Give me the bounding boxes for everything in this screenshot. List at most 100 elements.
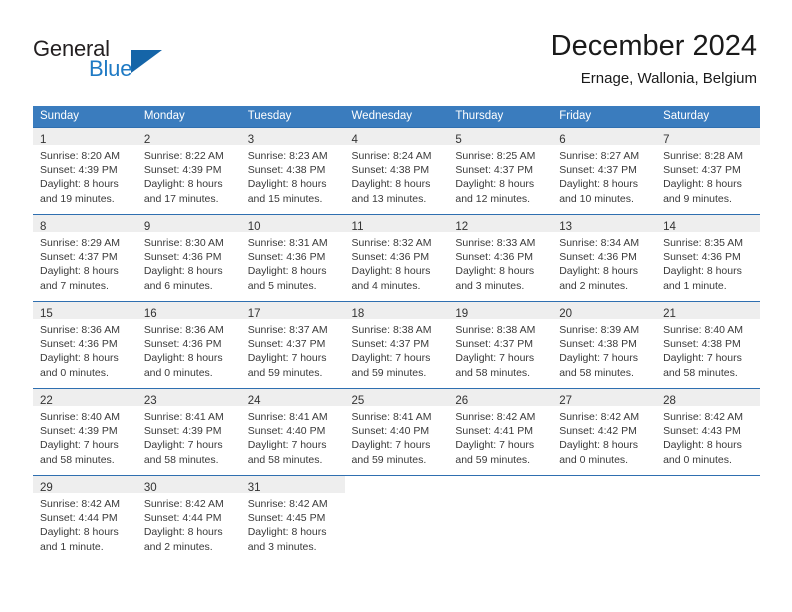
day-cell[interactable]: 8 Sunrise: 8:29 AM Sunset: 4:37 PM Daylight… xyxy=(33,214,137,302)
day-cell[interactable]: 29 Sunrise: 8:42 AM Sunset: 4:44 PM Dayligh… xyxy=(33,475,137,564)
sunrise-text: Sunrise: 8:36 AM xyxy=(143,324,224,336)
day-cell[interactable]: 9 Sunrise: 8:30 AM Sunset: 4:36 PM Daylight… xyxy=(136,214,241,302)
general-blue-logo[interactable]: General Blue xyxy=(33,36,253,92)
day-cell[interactable]: 10 Sunrise: 8:31 AM Sunset: 4:36 PM Dayligh… xyxy=(240,214,345,302)
day-cell[interactable]: 26 Sunrise: 8:42 AM Sunset: 4:41 PM Dayligh… xyxy=(448,388,553,476)
day-number: 22 xyxy=(40,395,53,407)
day-cell[interactable]: 28 Sunrise: 8:42 AM Sunset: 4:43 PM Dayligh… xyxy=(656,388,760,476)
day-cell[interactable]: 7 Sunrise: 8:28 AM Sunset: 4:37 PM Daylight… xyxy=(656,127,760,215)
daylight-text-line1: Daylight: 7 hours xyxy=(143,439,223,452)
sunrise-text: Sunrise: 8:29 AM xyxy=(40,237,120,249)
day-cell[interactable]: 5 Sunrise: 8:25 AM Sunset: 4:37 PM Daylight… xyxy=(448,127,553,215)
daylight-text-line1: Daylight: 7 hours xyxy=(663,352,742,365)
day-number: 28 xyxy=(663,395,676,407)
day-cell[interactable]: 27 Sunrise: 8:42 AM Sunset: 4:42 PM Dayligh… xyxy=(552,388,657,476)
day-number: 31 xyxy=(247,482,261,494)
day-number: 21 xyxy=(663,308,676,320)
day-cell[interactable]: 24 Sunrise: 8:41 AM Sunset: 4:40 PM Dayligh… xyxy=(240,388,345,476)
sunset-text: Sunset: 4:37 PM xyxy=(559,164,637,177)
day-details: Sunrise: 8:36 AM Sunset: 4:36 PM Daylight:… xyxy=(137,319,241,380)
day-details: Sunrise: 8:42 AM Sunset: 4:42 PM Daylight:… xyxy=(552,406,656,467)
day-details: Sunrise: 8:39 AM Sunset: 4:38 PM Daylight:… xyxy=(552,319,656,380)
day-cell[interactable]: 3 Sunrise: 8:23 AM Sunset: 4:38 PM Daylight… xyxy=(240,127,345,215)
day-cell[interactable]: 23 Sunrise: 8:41 AM Sunset: 4:39 PM Dayligh… xyxy=(136,388,241,476)
day-number: 30 xyxy=(143,482,157,494)
sunrise-text: Sunrise: 8:41 AM xyxy=(247,411,328,423)
weekday-header-saturday: Saturday xyxy=(656,106,760,128)
daylight-text-line1: Daylight: 8 hours xyxy=(143,526,223,539)
sunrise-text: Sunrise: 8:41 AM xyxy=(351,411,432,423)
day-details: Sunrise: 8:32 AM Sunset: 4:36 PM Daylight:… xyxy=(345,232,449,293)
sunrise-text: Sunrise: 8:33 AM xyxy=(455,237,536,249)
sunrise-text: Sunrise: 8:20 AM xyxy=(40,150,120,162)
day-number: 15 xyxy=(40,308,53,320)
day-cell[interactable]: 17 Sunrise: 8:37 AM Sunset: 4:37 PM Dayligh… xyxy=(240,301,345,389)
daylight-text-line1: Daylight: 7 hours xyxy=(351,352,431,365)
sunrise-text: Sunrise: 8:39 AM xyxy=(559,324,640,336)
day-cell[interactable]: 13 Sunrise: 8:34 AM Sunset: 4:36 PM Dayligh… xyxy=(552,214,657,302)
daylight-text-line2: and 10 minutes. xyxy=(559,192,634,205)
sunrise-text: Sunrise: 8:40 AM xyxy=(663,324,744,336)
day-cell[interactable]: 1 Sunrise: 8:20 AM Sunset: 4:39 PM Daylight… xyxy=(33,127,137,215)
sunrise-text: Sunrise: 8:34 AM xyxy=(559,237,640,249)
day-details: Sunrise: 8:25 AM Sunset: 4:37 PM Daylight:… xyxy=(448,145,552,206)
daylight-text-line2: and 17 minutes. xyxy=(143,192,219,205)
day-cell[interactable]: 25 Sunrise: 8:41 AM Sunset: 4:40 PM Dayligh… xyxy=(344,388,449,476)
day-number: 14 xyxy=(663,221,676,233)
day-cell-empty xyxy=(656,475,760,564)
day-cell[interactable]: 22 Sunrise: 8:40 AM Sunset: 4:39 PM Dayligh… xyxy=(33,388,137,476)
day-number: 3 xyxy=(247,134,255,146)
day-cell[interactable]: 21 Sunrise: 8:40 AM Sunset: 4:38 PM Dayligh… xyxy=(656,301,760,389)
sunset-text: Sunset: 4:36 PM xyxy=(247,251,326,264)
day-cell[interactable]: 31 Sunrise: 8:42 AM Sunset: 4:45 PM Dayligh… xyxy=(240,475,345,564)
sunset-text: Sunset: 4:41 PM xyxy=(455,425,534,438)
weekday-header-tuesday: Tuesday xyxy=(240,106,345,128)
daylight-text-line1: Daylight: 8 hours xyxy=(559,439,639,452)
sunrise-text: Sunrise: 8:31 AM xyxy=(247,237,328,249)
day-details: Sunrise: 8:42 AM Sunset: 4:41 PM Daylight:… xyxy=(448,406,552,467)
day-cell[interactable]: 14 Sunrise: 8:35 AM Sunset: 4:36 PM Dayligh… xyxy=(656,214,760,302)
day-number: 12 xyxy=(455,221,469,233)
daylight-text-line1: Daylight: 8 hours xyxy=(663,178,742,191)
sunrise-text: Sunrise: 8:25 AM xyxy=(455,150,536,162)
sunset-text: Sunset: 4:38 PM xyxy=(351,164,430,177)
daylight-text-line1: Daylight: 8 hours xyxy=(351,265,431,278)
daylight-text-line2: and 59 minutes. xyxy=(351,366,427,379)
sunset-text: Sunset: 4:38 PM xyxy=(559,338,637,351)
day-cell[interactable]: 30 Sunrise: 8:42 AM Sunset: 4:44 PM Dayligh… xyxy=(136,475,241,564)
sunset-text: Sunset: 4:37 PM xyxy=(351,338,430,351)
day-cell[interactable]: 12 Sunrise: 8:33 AM Sunset: 4:36 PM Dayligh… xyxy=(448,214,553,302)
daylight-text-line2: and 7 minutes. xyxy=(40,279,109,292)
day-details: Sunrise: 8:40 AM Sunset: 4:38 PM Daylight:… xyxy=(656,319,760,380)
day-number: 10 xyxy=(247,221,261,233)
day-cell[interactable]: 11 Sunrise: 8:32 AM Sunset: 4:36 PM Dayligh… xyxy=(344,214,449,302)
day-cell[interactable]: 2 Sunrise: 8:22 AM Sunset: 4:39 PM Daylight… xyxy=(136,127,241,215)
sunset-text: Sunset: 4:38 PM xyxy=(247,164,326,177)
weekday-header-wednesday: Wednesday xyxy=(344,106,449,128)
day-cell[interactable]: 18 Sunrise: 8:38 AM Sunset: 4:37 PM Dayligh… xyxy=(344,301,449,389)
title-block: December 2024 Ernage, Wallonia, Belgium xyxy=(551,30,757,87)
sunset-text: Sunset: 4:42 PM xyxy=(559,425,637,438)
day-cell[interactable]: 16 Sunrise: 8:36 AM Sunset: 4:36 PM Dayligh… xyxy=(136,301,241,389)
sunrise-text: Sunrise: 8:36 AM xyxy=(40,324,120,336)
daylight-text-line2: and 5 minutes. xyxy=(247,279,317,292)
daylight-text-line1: Daylight: 8 hours xyxy=(143,352,223,365)
day-details: Sunrise: 8:41 AM Sunset: 4:39 PM Daylight:… xyxy=(137,406,241,467)
sunset-text: Sunset: 4:40 PM xyxy=(247,425,326,438)
day-number: 1 xyxy=(40,134,47,146)
sunset-text: Sunset: 4:37 PM xyxy=(663,164,741,177)
day-cell[interactable]: 19 Sunrise: 8:38 AM Sunset: 4:37 PM Dayligh… xyxy=(448,301,553,389)
sunset-text: Sunset: 4:36 PM xyxy=(40,338,118,351)
daylight-text-line1: Daylight: 7 hours xyxy=(455,439,535,452)
sunset-text: Sunset: 4:39 PM xyxy=(143,164,222,177)
daylight-text-line1: Daylight: 8 hours xyxy=(351,178,431,191)
day-cell[interactable]: 15 Sunrise: 8:36 AM Sunset: 4:36 PM Dayligh… xyxy=(33,301,137,389)
daylight-text-line2: and 3 minutes. xyxy=(247,540,317,553)
sunset-text: Sunset: 4:44 PM xyxy=(40,512,118,525)
day-cell[interactable]: 6 Sunrise: 8:27 AM Sunset: 4:37 PM Daylight… xyxy=(552,127,657,215)
day-number: 11 xyxy=(351,221,364,233)
day-cell[interactable]: 20 Sunrise: 8:39 AM Sunset: 4:38 PM Dayligh… xyxy=(552,301,657,389)
sunset-text: Sunset: 4:39 PM xyxy=(40,164,118,177)
day-cell[interactable]: 4 Sunrise: 8:24 AM Sunset: 4:38 PM Daylight… xyxy=(344,127,449,215)
sunrise-text: Sunrise: 8:42 AM xyxy=(40,498,120,510)
